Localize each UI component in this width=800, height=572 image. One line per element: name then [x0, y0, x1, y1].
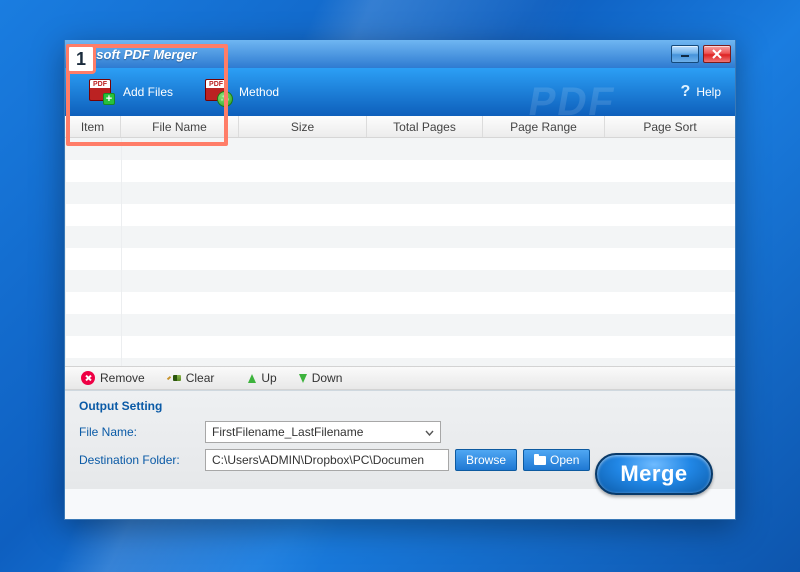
- move-down-button[interactable]: Down: [293, 370, 349, 386]
- help-label: Help: [696, 85, 721, 99]
- file-name-combo[interactable]: FirstFilename_LastFilename: [205, 421, 441, 443]
- close-button[interactable]: [703, 45, 731, 63]
- move-up-button[interactable]: Up: [242, 370, 282, 386]
- remove-icon: [81, 371, 95, 385]
- browse-label: Browse: [466, 453, 506, 467]
- file-name-value: FirstFilename_LastFilename: [212, 425, 363, 439]
- minimize-button[interactable]: [671, 45, 699, 63]
- method-icon: PDF: [203, 79, 231, 105]
- window-title: iseesoft PDF Merger: [71, 47, 667, 62]
- method-button[interactable]: PDF Method: [195, 73, 287, 111]
- arrow-down-icon: [299, 374, 307, 383]
- help-icon: ?: [681, 83, 691, 101]
- method-label: Method: [239, 85, 279, 99]
- col-total-pages[interactable]: Total Pages: [367, 116, 483, 137]
- col-item[interactable]: Item: [65, 116, 121, 137]
- up-label: Up: [261, 371, 276, 385]
- main-toolbar: PDF PDF + Add Files PDF Method ? Help: [65, 68, 735, 116]
- clear-button[interactable]: Clear: [161, 370, 221, 386]
- add-files-label: Add Files: [123, 85, 173, 99]
- merge-label: Merge: [620, 461, 687, 487]
- destination-folder-value: C:\Users\ADMIN\Dropbox\PC\Documen: [212, 453, 424, 467]
- column-headers: Item File Name Size Total Pages Page Ran…: [65, 116, 735, 138]
- arrow-up-icon: [248, 374, 256, 383]
- merge-button[interactable]: Merge: [595, 453, 713, 495]
- col-size[interactable]: Size: [239, 116, 367, 137]
- col-page-range[interactable]: Page Range: [483, 116, 605, 137]
- col-file-name[interactable]: File Name: [121, 116, 239, 137]
- list-action-bar: Remove Clear Up Down: [65, 366, 735, 390]
- clear-label: Clear: [186, 371, 215, 385]
- app-window: iseesoft PDF Merger PDF PDF + Add Files …: [64, 40, 736, 520]
- clear-icon: [167, 371, 181, 385]
- file-name-label: File Name:: [79, 425, 199, 439]
- help-button[interactable]: ? Help: [681, 83, 721, 101]
- add-files-button[interactable]: PDF + Add Files: [79, 73, 181, 111]
- remove-label: Remove: [100, 371, 145, 385]
- col-page-sort[interactable]: Page Sort: [605, 116, 735, 137]
- file-grid[interactable]: [65, 138, 735, 366]
- destination-folder-input[interactable]: C:\Users\ADMIN\Dropbox\PC\Documen: [205, 449, 449, 471]
- output-setting-panel: Output Setting File Name: FirstFilename_…: [65, 390, 735, 489]
- open-label: Open: [550, 453, 579, 467]
- close-icon: [712, 49, 722, 59]
- folder-icon: [534, 456, 546, 465]
- minimize-icon: [680, 50, 690, 58]
- browse-button[interactable]: Browse: [455, 449, 517, 471]
- destination-folder-label: Destination Folder:: [79, 453, 199, 467]
- add-files-icon: PDF +: [87, 79, 115, 105]
- remove-button[interactable]: Remove: [75, 370, 151, 386]
- title-bar[interactable]: iseesoft PDF Merger: [65, 40, 735, 68]
- down-label: Down: [312, 371, 343, 385]
- output-setting-title: Output Setting: [79, 399, 721, 413]
- desktop-background: iseesoft PDF Merger PDF PDF + Add Files …: [0, 0, 800, 572]
- chevron-down-icon: [425, 425, 434, 439]
- open-button[interactable]: Open: [523, 449, 590, 471]
